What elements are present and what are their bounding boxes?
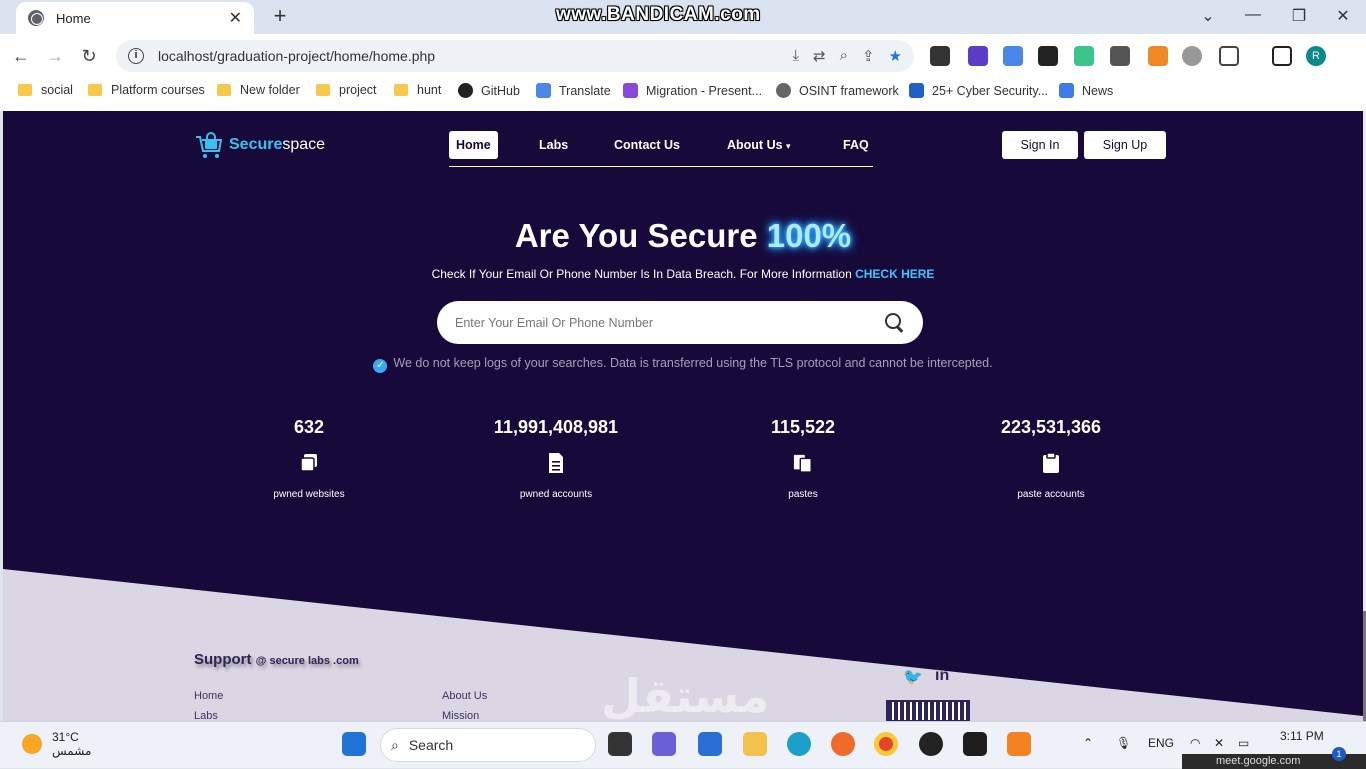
reload-icon[interactable]: ↻ (76, 44, 102, 68)
language-indicator[interactable]: ENG (1148, 736, 1174, 750)
bandicam-icon[interactable] (919, 732, 943, 756)
bookmark-osint[interactable]: OSINT framework (776, 83, 899, 98)
omnibox[interactable]: i localhost/graduation-project/home/home… (116, 40, 914, 72)
install-icon[interactable]: ⤓ (792, 47, 799, 65)
show-hidden-icons[interactable]: ⌃ (1083, 736, 1093, 750)
edge-icon[interactable] (787, 732, 811, 756)
close-tab-icon[interactable]: ✕ (229, 8, 242, 28)
globe-icon (28, 10, 44, 26)
microphone-icon[interactable]: 🎙 (1116, 736, 1131, 750)
extension-icon-6[interactable] (1110, 46, 1130, 66)
translate-page-icon[interactable]: ⇄ (813, 47, 826, 65)
terminal-icon[interactable] (963, 732, 987, 756)
bookmark-new-folder[interactable]: New folder (217, 83, 300, 97)
migration-icon (623, 83, 638, 98)
footer-link-labs[interactable]: Labs (194, 710, 218, 721)
taskbar-search[interactable]: ⌕ Search (380, 728, 596, 762)
bookmark-star-icon[interactable]: ★ (889, 47, 902, 65)
extension-icon-8[interactable] (1182, 46, 1202, 66)
bookmark-cyber-security[interactable]: 25+ Cyber Security... (909, 83, 1048, 98)
bookmark-platform-courses[interactable]: Platform courses (88, 83, 205, 97)
back-icon[interactable]: ← (8, 44, 34, 68)
taskbar: 31°C مشمس ⌕ Search ⌃ 🎙 ENG ◠ ✕ ▭ 3:11 PM… (0, 721, 1366, 769)
clock[interactable]: 3:11 PM (1280, 729, 1324, 743)
tab-title: Home (56, 10, 91, 26)
folder-icon (394, 84, 408, 96)
weather-widget[interactable]: 31°C مشمس (22, 730, 91, 758)
web-page: Secure space Home Labs Contact Us About … (3, 111, 1363, 721)
xampp-icon[interactable] (1007, 732, 1031, 756)
weather-condition: مشمس (52, 744, 92, 758)
address-bar-row: ← → ↻ i localhost/graduation-project/hom… (0, 36, 1366, 76)
footer: Support @ secure labs .com Home Labs Abo… (3, 111, 1363, 721)
time: 3:11 PM (1280, 729, 1324, 743)
ct-icon (909, 83, 924, 98)
store-icon[interactable] (698, 732, 722, 756)
footer-link-home[interactable]: Home (194, 690, 223, 702)
extension-icon-3[interactable] (1003, 46, 1023, 66)
bookmark-migration[interactable]: Migration - Present... (623, 83, 762, 98)
folder-icon (18, 84, 32, 96)
footer-support-title: Support @ secure labs .com (194, 651, 359, 668)
news-icon (1059, 83, 1074, 98)
bookmark-news[interactable]: News (1059, 83, 1113, 98)
recorder-watermark: www.BANDICAM.com (556, 4, 761, 25)
mostaql-watermark: مستقل (601, 670, 770, 721)
folder-icon (316, 84, 330, 96)
footer-link-about-us[interactable]: About Us (442, 690, 487, 702)
extensions-puzzle-icon[interactable] (1219, 46, 1239, 66)
bookmark-social[interactable]: social (18, 83, 73, 97)
extension-icon-2[interactable] (968, 46, 988, 66)
folder-icon (217, 84, 231, 96)
twitter-icon[interactable]: 🐦 (903, 667, 923, 687)
volume-muted-icon[interactable]: ✕ (1214, 736, 1224, 750)
osint-icon (776, 83, 791, 98)
restore-icon[interactable]: ❐ (1276, 6, 1322, 26)
minimize-icon[interactable]: — (1230, 6, 1276, 24)
support-email: @ secure labs .com (255, 655, 359, 667)
file-explorer-icon[interactable] (743, 732, 767, 756)
temperature: 31°C (52, 730, 79, 744)
start-icon[interactable] (342, 732, 366, 756)
tab-search-icon[interactable]: ⌄ (1185, 6, 1231, 26)
github-icon (458, 83, 473, 98)
forward-icon[interactable]: → (42, 44, 68, 68)
site-info-icon[interactable]: i (128, 48, 144, 64)
close-window-icon[interactable]: ✕ (1320, 6, 1366, 26)
footer-link-mission[interactable]: Mission (442, 710, 479, 721)
bookmark-hunt[interactable]: hunt (394, 83, 441, 97)
bookmark-translate[interactable]: Translate (536, 83, 611, 98)
linkedin-icon[interactable]: in (935, 667, 949, 685)
task-view-icon[interactable] (608, 732, 632, 756)
profile-avatar[interactable]: R (1306, 46, 1326, 66)
bookmark-project[interactable]: project (316, 83, 377, 97)
extension-icon-1[interactable] (930, 46, 950, 66)
extension-icon-7[interactable] (1148, 46, 1168, 66)
folder-icon (88, 84, 102, 96)
side-panel-icon[interactable] (1272, 46, 1292, 66)
qr-code (886, 700, 970, 721)
battery-icon[interactable]: ▭ (1238, 736, 1249, 750)
search-icon: ⌕ (391, 736, 399, 753)
sun-icon (22, 734, 42, 754)
bookmarks-bar: social Platform courses New folder proje… (0, 78, 1366, 106)
firefox-icon[interactable] (831, 732, 855, 756)
share-icon[interactable]: ⇪ (862, 47, 875, 65)
browser-chrome: Home ✕ + www.BANDICAM.com ⌄ — ❐ ✕ ← → ↻ … (0, 0, 1366, 111)
notification-badge[interactable]: 1 (1332, 747, 1346, 761)
zoom-icon[interactable]: ⌕ (840, 47, 848, 65)
new-tab-button[interactable]: + (266, 4, 294, 30)
teams-icon[interactable] (652, 732, 676, 756)
translate-icon (536, 83, 551, 98)
url-text[interactable]: localhost/graduation-project/home/home.p… (158, 48, 435, 64)
wifi-icon[interactable]: ◠ (1190, 736, 1200, 750)
tab-strip: Home ✕ + www.BANDICAM.com ⌄ — ❐ ✕ (0, 0, 1366, 34)
tab-home[interactable]: Home ✕ (16, 2, 254, 34)
extension-icon-5[interactable] (1074, 46, 1094, 66)
extension-icon-4[interactable] (1038, 46, 1058, 66)
chrome-icon[interactable] (874, 732, 898, 756)
taskbar-search-label: Search (408, 737, 454, 753)
bookmark-github[interactable]: GitHub (458, 83, 520, 98)
